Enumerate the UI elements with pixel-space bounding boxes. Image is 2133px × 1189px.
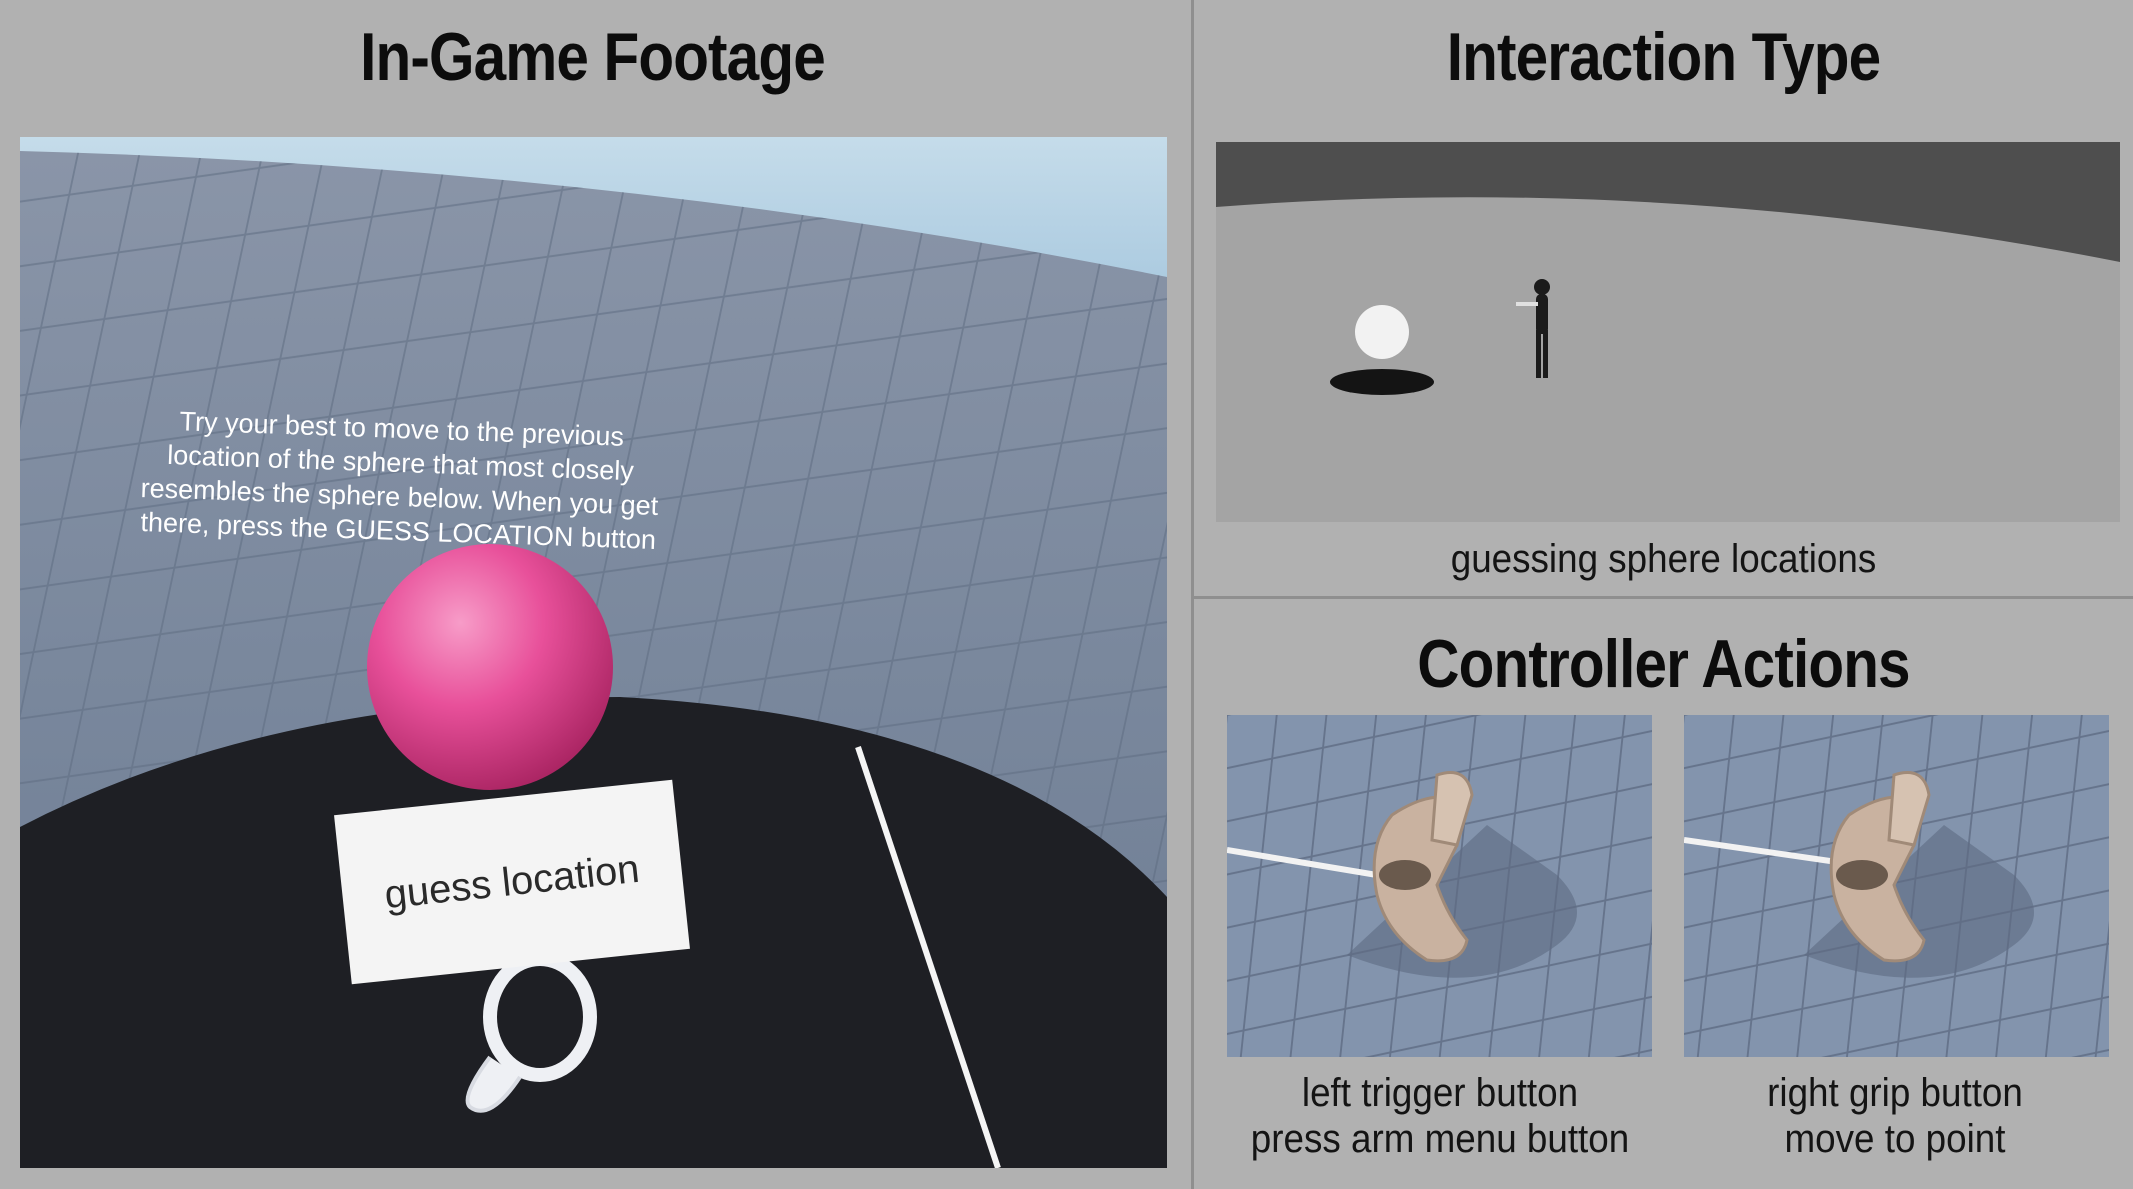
controller-action-caption-left: left trigger button press arm menu butto… bbox=[1219, 1070, 1661, 1162]
white-sphere bbox=[1355, 305, 1409, 359]
horizontal-divider bbox=[1194, 596, 2133, 599]
in-game-footage-title: In-Game Footage bbox=[360, 19, 826, 95]
in-game-footage-viewport: Try your best to move to the previous lo… bbox=[20, 137, 1167, 1168]
vertical-divider bbox=[1191, 0, 1194, 1189]
controller-action-right-line1: right grip button bbox=[1767, 1071, 2023, 1115]
interaction-type-image bbox=[1216, 142, 2120, 522]
controller-action-left-line2: press arm menu button bbox=[1250, 1117, 1630, 1161]
interaction-type-caption: guessing sphere locations bbox=[1450, 537, 1877, 581]
controller-action-left-line1: left trigger button bbox=[1301, 1071, 1579, 1115]
controller-action-image-right bbox=[1684, 715, 2109, 1057]
guess-location-button[interactable]: guess location bbox=[334, 779, 690, 985]
controller-action-image-left bbox=[1227, 715, 1652, 1057]
guess-location-label: guess location bbox=[382, 846, 642, 917]
controller-action-right-line2: move to point bbox=[1784, 1117, 2006, 1161]
pink-sphere bbox=[367, 544, 613, 790]
controller-actions-title: Controller Actions bbox=[1417, 626, 1910, 702]
interaction-type-title: Interaction Type bbox=[1446, 19, 1881, 95]
controller-action-caption-right: right grip button move to point bbox=[1674, 1070, 2116, 1162]
instruction-text: Try your best to move to the previous lo… bbox=[128, 403, 672, 558]
